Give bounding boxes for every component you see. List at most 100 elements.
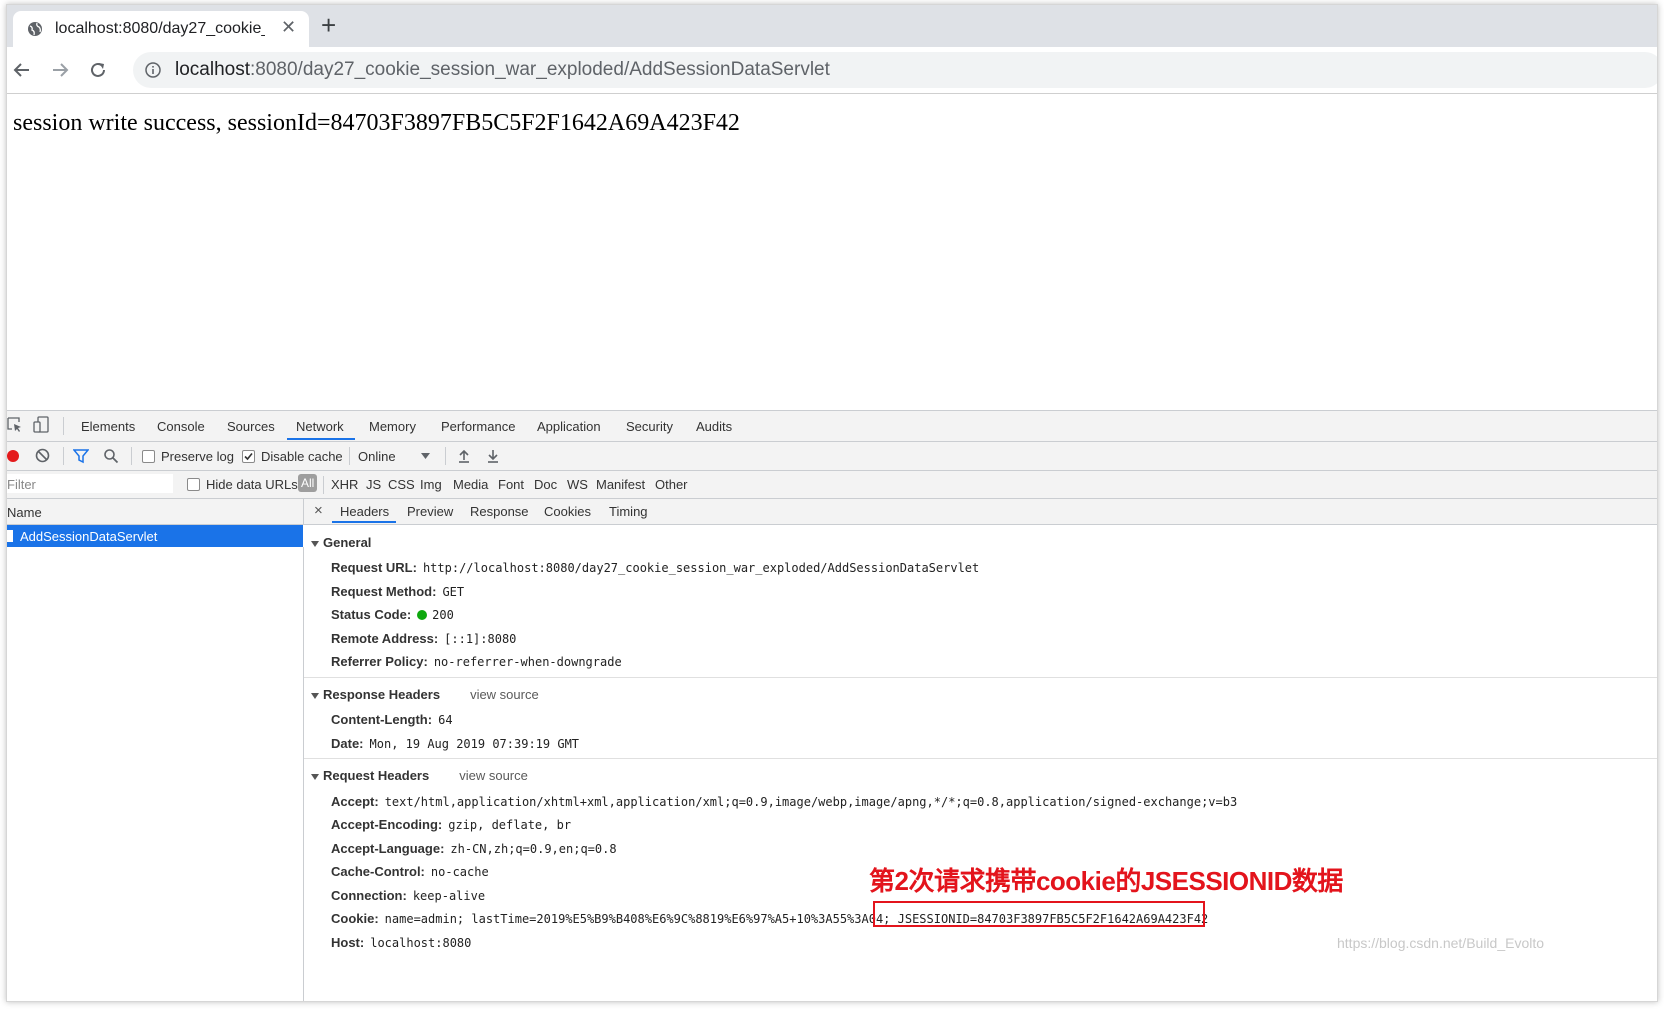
- hide-data-urls-checkbox[interactable]: [187, 478, 200, 491]
- tab-security[interactable]: Security: [626, 419, 673, 434]
- network-toolbar: Preserve log Disable cache Online: [7, 442, 1657, 471]
- header-row: Request Method: GET: [331, 584, 464, 599]
- tab-cookies[interactable]: Cookies: [544, 504, 591, 519]
- info-icon[interactable]: [145, 62, 161, 78]
- filter-type-ws[interactable]: WS: [567, 477, 588, 492]
- triangle-down-icon: [311, 692, 319, 699]
- request-row[interactable]: AddSessionDataServlet: [7, 525, 303, 547]
- filter-type-css[interactable]: CSS: [388, 477, 415, 492]
- filter-input[interactable]: Filter: [7, 474, 173, 493]
- separator: [131, 447, 132, 465]
- page-content: session write success, sessionId=84703F3…: [7, 94, 1657, 410]
- header-key: Request URL:: [331, 560, 417, 575]
- address-bar[interactable]: localhost:8080/day27_cookie_session_war_…: [133, 52, 1657, 88]
- tab-console[interactable]: Console: [157, 419, 205, 434]
- filter-type-js[interactable]: JS: [366, 477, 381, 492]
- header-key: Cache-Control:: [331, 864, 425, 879]
- tab-response[interactable]: Response: [470, 504, 529, 519]
- tab-memory[interactable]: Memory: [369, 419, 416, 434]
- filter-icon[interactable]: [73, 448, 89, 464]
- header-value: GET: [442, 585, 465, 599]
- section-divider: [304, 758, 1657, 759]
- filter-type-font[interactable]: Font: [498, 477, 524, 492]
- separator: [63, 447, 64, 465]
- reload-icon[interactable]: [87, 59, 109, 81]
- section-divider: [304, 677, 1657, 678]
- disable-cache-checkbox[interactable]: [242, 450, 255, 463]
- filter-type-xhr[interactable]: XHR: [331, 477, 358, 492]
- request-headers-title: Request Headers: [323, 768, 430, 783]
- filter-type-img[interactable]: Img: [420, 477, 442, 492]
- device-toggle-icon[interactable]: [33, 416, 49, 434]
- header-value: 64: [438, 713, 453, 727]
- tab-timing[interactable]: Timing: [609, 504, 648, 519]
- view-source-link[interactable]: view source: [459, 768, 528, 783]
- preserve-log-checkbox[interactable]: [142, 450, 155, 463]
- header-row: Host: localhost:8080: [331, 935, 471, 950]
- tab-headers[interactable]: Headers: [340, 504, 389, 519]
- filter-type-other[interactable]: Other: [655, 477, 688, 492]
- header-value: localhost:8080: [370, 936, 472, 950]
- import-har-icon[interactable]: [457, 448, 471, 463]
- filter-type-manifest[interactable]: Manifest: [596, 477, 645, 492]
- filter-bar: Filter Hide data URLs All XHR JS CSS Img…: [7, 471, 1657, 499]
- jsessionid-highlight-box: [873, 901, 1205, 927]
- general-section-toggle[interactable]: General: [311, 535, 371, 550]
- clear-icon[interactable]: [35, 448, 50, 463]
- header-value: no-referrer-when-downgrade: [433, 655, 622, 669]
- request-headers-toggle[interactable]: Request Headers view source: [311, 768, 528, 783]
- tab-close-icon[interactable]: ✕: [281, 17, 296, 38]
- tab-preview[interactable]: Preview: [407, 504, 453, 519]
- header-value: zh-CN,zh;q=0.9,en;q=0.8: [450, 842, 617, 856]
- view-source-link[interactable]: view source: [470, 687, 539, 702]
- header-value: Mon, 19 Aug 2019 07:39:19 GMT: [369, 737, 580, 751]
- header-value: http://localhost:8080/day27_cookie_sessi…: [422, 561, 980, 575]
- document-icon: [7, 530, 13, 542]
- header-row: Accept: text/html,application/xhtml+xml,a…: [331, 794, 1237, 809]
- browser-toolbar: localhost:8080/day27_cookie_session_war_…: [7, 47, 1657, 94]
- tab-performance[interactable]: Performance: [441, 419, 515, 434]
- throttle-select[interactable]: Online: [358, 449, 396, 464]
- filter-type-media[interactable]: Media: [453, 477, 488, 492]
- header-key: Connection:: [331, 888, 407, 903]
- devtools-panel: Elements Console Sources Network Memory …: [7, 410, 1657, 1001]
- header-key: Referrer Policy:: [331, 654, 428, 669]
- forward-arrow-icon[interactable]: [49, 59, 71, 81]
- header-value: 200: [432, 608, 454, 622]
- close-detail-icon[interactable]: ×: [314, 502, 323, 519]
- browser-tab[interactable]: localhost:8080/day27_cookie_s ✕: [13, 11, 309, 47]
- tab-sources[interactable]: Sources: [227, 419, 275, 434]
- browser-window: localhost:8080/day27_cookie_s ✕ + localh…: [6, 4, 1658, 1002]
- record-icon[interactable]: [7, 449, 21, 463]
- hide-data-urls-label: Hide data URLs: [206, 477, 298, 492]
- annotation-label: 第2次请求携带cookie的JSESSIONID数据: [869, 866, 1343, 896]
- header-key: Accept:: [331, 794, 379, 809]
- header-value: gzip, deflate, br: [448, 818, 572, 832]
- status-ok-icon: [417, 610, 428, 620]
- new-tab-button[interactable]: +: [321, 11, 336, 39]
- chevron-down-icon[interactable]: [421, 453, 430, 459]
- tab-audits[interactable]: Audits: [696, 419, 732, 434]
- tab-network[interactable]: Network: [296, 419, 344, 434]
- response-headers-toggle[interactable]: Response Headers view source: [311, 687, 539, 702]
- inspect-element-icon[interactable]: [7, 417, 23, 433]
- filter-type-all[interactable]: All: [298, 474, 318, 492]
- tab-elements[interactable]: Elements: [81, 419, 135, 434]
- separator: [349, 447, 350, 465]
- disable-cache-label: Disable cache: [261, 449, 343, 464]
- detail-tabbar: × Headers Preview Response Cookies Timin…: [304, 499, 1657, 525]
- header-value: keep-alive: [412, 889, 486, 903]
- devtools-tabbar: Elements Console Sources Network Memory …: [7, 411, 1657, 442]
- response-headers-title: Response Headers: [323, 687, 441, 702]
- active-detail-tab-indicator: [332, 521, 396, 523]
- filter-type-doc[interactable]: Doc: [534, 477, 557, 492]
- tab-application[interactable]: Application: [537, 419, 601, 434]
- header-row: Date: Mon, 19 Aug 2019 07:39:19 GMT: [331, 736, 579, 751]
- header-row: Cache-Control: no-cache: [331, 864, 489, 879]
- back-arrow-icon[interactable]: [11, 59, 33, 81]
- header-key: Content-Length:: [331, 712, 433, 727]
- name-column-header[interactable]: Name: [7, 499, 304, 525]
- url-text: localhost:8080/day27_cookie_session_war_…: [175, 59, 830, 81]
- export-har-icon[interactable]: [486, 448, 500, 463]
- search-icon[interactable]: [103, 448, 119, 464]
